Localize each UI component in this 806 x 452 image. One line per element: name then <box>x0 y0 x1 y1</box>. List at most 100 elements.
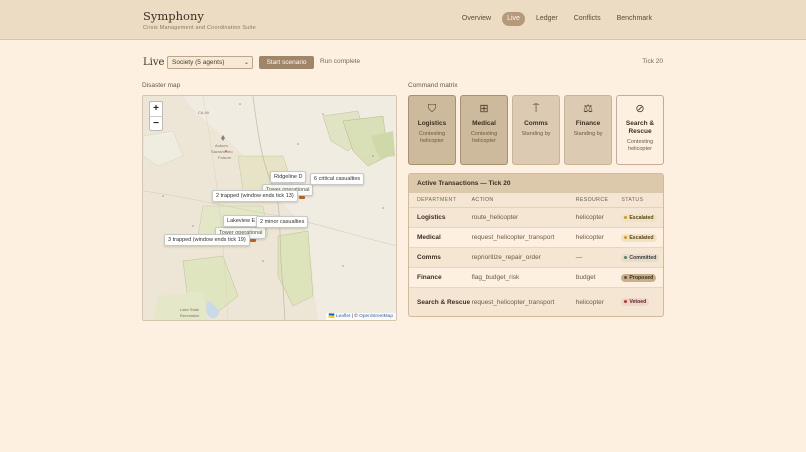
status-dot-icon <box>624 275 628 279</box>
shield-icon: ⛉ <box>427 103 437 115</box>
status-dot-icon <box>624 215 628 219</box>
incident-marker[interactable] <box>250 239 256 242</box>
osm-link[interactable]: OpenStreetMap <box>359 314 393 319</box>
row-action: request_helicopter_transport <box>471 234 555 241</box>
scale-icon: ⚖ <box>583 103 593 115</box>
agent-card-search-rescue[interactable]: ⊘ Search & Rescue Contesting helicopter <box>616 95 664 165</box>
agent-card-finance[interactable]: ⚖ Finance Standing by <box>564 95 612 165</box>
map-tooltip: 6 critical casualties <box>310 173 365 185</box>
agent-name: Search & Rescue <box>625 120 655 135</box>
disaster-map[interactable]: CA 49 Auburn Sacramento Folsom Lake Stat… <box>142 95 397 321</box>
start-scenario-button[interactable]: Start scenario <box>259 56 314 69</box>
disaster-map-label: Disaster map <box>142 82 181 89</box>
map-tooltip: 2 trapped (window ends tick 13) <box>212 190 298 202</box>
row-action: route_helicopter <box>471 214 519 221</box>
row-resource: helicopter <box>575 234 604 241</box>
col-resource: RESOURCE <box>575 197 609 203</box>
row-action: flag_budget_risk <box>471 274 520 281</box>
brand-name[interactable]: Symphony <box>143 9 204 23</box>
status-badge: Escalated <box>621 233 657 242</box>
incident-marker[interactable] <box>299 196 305 199</box>
col-action: ACTION <box>471 197 494 203</box>
zoom-out-button[interactable]: − <box>150 116 162 130</box>
map-attribution: 🇺🇦 Leaflet | © OpenStreetMap <box>325 313 396 320</box>
agent-status: Contesting helicopter <box>626 139 654 152</box>
table-header: DEPARTMENT ACTION RESOURCE STATUS <box>409 193 663 208</box>
status-text: Vetoed <box>629 299 647 305</box>
society-select[interactable]: Society (5 agents) ⌄ <box>167 56 253 69</box>
transactions-panel: Active Transactions — Tick 20 DEPARTMENT… <box>408 173 664 317</box>
status-text: Escalated <box>629 234 654 241</box>
status-text: Escalated <box>629 214 654 221</box>
society-select-value: Society (5 agents) <box>172 59 225 66</box>
row-action: reprioritize_repair_order <box>471 254 541 261</box>
col-department: DEPARTMENT <box>417 197 457 203</box>
table-row[interactable]: Finance flag_budget_risk budget Proposed <box>409 268 663 288</box>
transactions-title: Active Transactions — Tick 20 <box>409 174 663 193</box>
leaflet-link[interactable]: Leaflet <box>336 314 350 319</box>
agent-name: Medical <box>472 120 496 127</box>
antenna-icon: ⍑ <box>532 103 540 115</box>
status-text: Proposed <box>629 274 654 281</box>
map-tooltip: 2 minor casualties <box>256 216 309 228</box>
map-tooltip: Ridgeline D <box>270 171 307 183</box>
map-tooltip: 3 trapped (window ends tick 19) <box>164 234 250 246</box>
row-resource: helicopter <box>575 298 604 306</box>
medical-grid-icon: ⊞ <box>479 103 489 115</box>
status-dot-icon <box>624 300 628 304</box>
row-department: Finance <box>417 274 442 281</box>
map-tooltip: Lakeview E <box>223 215 260 227</box>
map-place-label: Sacramento <box>211 149 233 154</box>
app-header: Symphony Crisis Management and Coordinat… <box>0 0 806 40</box>
row-resource: helicopter <box>575 214 604 221</box>
agent-status: Contesting helicopter <box>470 131 498 144</box>
nav-conflicts[interactable]: Conflicts <box>569 12 606 26</box>
chevron-down-icon: ⌄ <box>243 60 249 66</box>
row-resource: budget <box>575 274 596 281</box>
agent-name: Comms <box>524 120 548 127</box>
status-dot-icon <box>624 255 628 259</box>
nav-benchmark[interactable]: Benchmark <box>612 12 657 26</box>
status-badge: Escalated <box>621 213 657 222</box>
row-action: request_helicopter_transport <box>471 298 555 306</box>
ukraine-flag-icon: 🇺🇦 <box>328 314 335 319</box>
map-place-label: Folsom <box>218 155 232 160</box>
table-row[interactable]: Search & Rescue request_helicopter_trans… <box>409 288 663 316</box>
status-text: Committed <box>629 254 657 261</box>
row-department: Comms <box>417 254 441 261</box>
agent-status: Contesting helicopter <box>418 131 446 144</box>
map-road-label: CA 49 <box>198 110 209 115</box>
row-department: Search & Rescue <box>417 298 471 306</box>
agent-card-comms[interactable]: ⍑ Comms Standing by <box>512 95 560 165</box>
status-badge: Proposed <box>621 273 657 282</box>
row-department: Medical <box>417 234 441 241</box>
agent-card-medical[interactable]: ⊞ Medical Contesting helicopter <box>460 95 508 165</box>
zoom-control: + − <box>149 101 163 131</box>
map-place-label: Recreation <box>180 313 200 318</box>
agent-status: Standing by <box>573 131 603 137</box>
page-title: Live <box>143 57 165 68</box>
status-badge: Committed <box>621 253 660 262</box>
agent-card-logistics[interactable]: ⛉ Logistics Contesting helicopter <box>408 95 456 165</box>
agent-name: Finance <box>575 120 601 127</box>
tick-counter: Tick 20 <box>642 58 663 65</box>
brand-tagline: Crisis Management and Coordination Suite <box>143 25 256 31</box>
main-nav: Overview Live Ledger Conflicts Benchmark <box>457 12 657 26</box>
nav-overview[interactable]: Overview <box>457 12 496 26</box>
table-row[interactable]: Medical request_helicopter_transport hel… <box>409 228 663 248</box>
row-department: Logistics <box>417 214 446 221</box>
nav-ledger[interactable]: Ledger <box>531 12 563 26</box>
status-badge: Vetoed <box>621 298 650 306</box>
command-matrix-label: Command matrix <box>408 82 458 89</box>
nav-live[interactable]: Live <box>502 12 525 26</box>
command-matrix: ⛉ Logistics Contesting helicopter ⊞ Medi… <box>408 95 664 165</box>
agent-name: Logistics <box>417 120 447 127</box>
agent-status: Standing by <box>521 131 551 137</box>
compass-icon: ⊘ <box>635 103 645 115</box>
table-row[interactable]: Logistics route_helicopter helicopter Es… <box>409 208 663 228</box>
map-tiles <box>143 96 396 320</box>
zoom-in-button[interactable]: + <box>150 102 162 116</box>
row-resource: — <box>575 254 583 261</box>
map-place-label: Auburn <box>215 143 228 148</box>
table-row[interactable]: Comms reprioritize_repair_order — Commit… <box>409 248 663 268</box>
